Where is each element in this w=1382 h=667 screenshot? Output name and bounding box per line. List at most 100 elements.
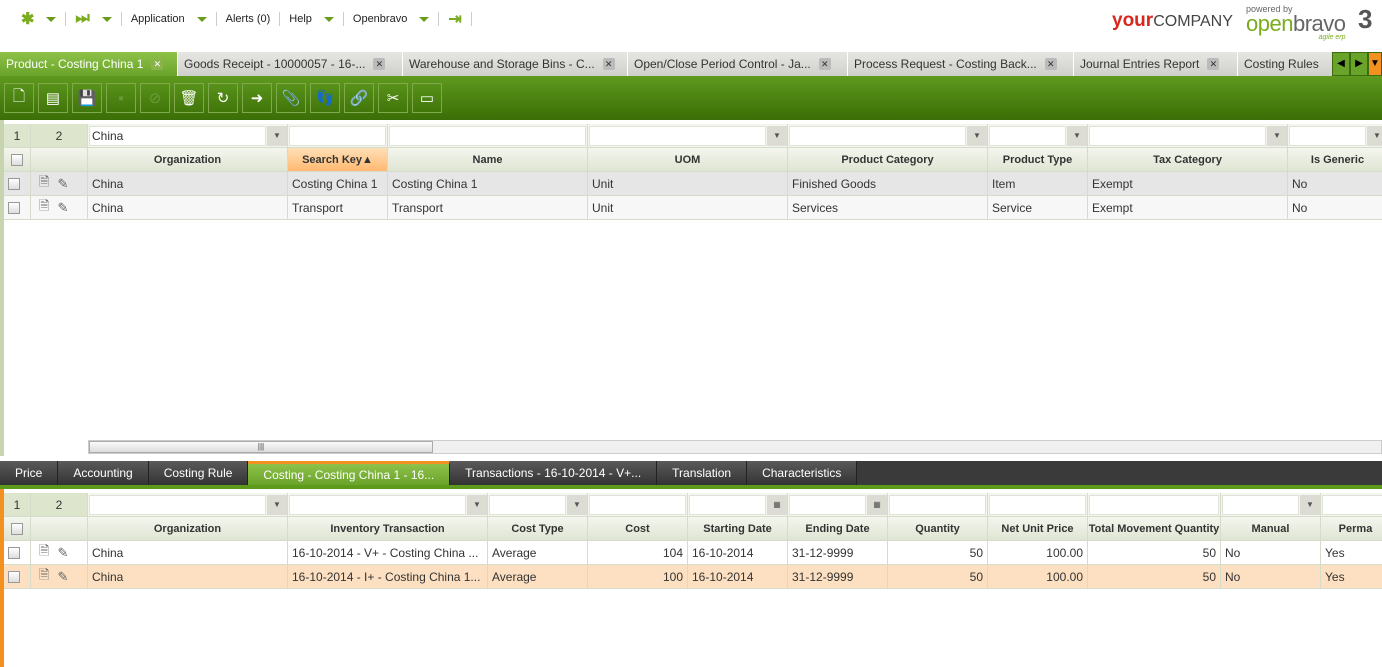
column-filter-input[interactable] xyxy=(789,494,866,515)
application-menu[interactable]: Application xyxy=(122,12,217,26)
edit-pencil-icon[interactable]: ✎ xyxy=(57,569,68,585)
help-menu[interactable]: Help xyxy=(280,12,344,26)
edit-pencil-icon[interactable]: ✎ xyxy=(57,545,68,561)
edit-pencil-icon[interactable]: ✎ xyxy=(57,200,68,216)
column-filter-input[interactable] xyxy=(1222,494,1299,515)
filter-dropdown-button[interactable]: ▼ xyxy=(1067,125,1087,146)
tab-scroll-right-button[interactable]: ▶ xyxy=(1350,52,1368,76)
save-close-button[interactable]: ▪ xyxy=(106,83,136,113)
column-header[interactable]: Manual xyxy=(1221,517,1321,540)
column-filter-input[interactable] xyxy=(1089,494,1219,515)
quick-launch-menu[interactable]: ✱ xyxy=(12,11,67,28)
row-checkbox[interactable] xyxy=(8,546,20,559)
close-icon[interactable]: ✕ xyxy=(818,58,831,70)
open-form-icon[interactable]: 🗎 xyxy=(39,542,49,564)
subtab[interactable]: Characteristics xyxy=(747,461,858,485)
column-header[interactable]: Name xyxy=(388,148,588,171)
attach-button[interactable]: 📎 xyxy=(276,83,306,113)
filter-dropdown-button[interactable]: ▼ xyxy=(967,125,987,146)
column-header[interactable]: Inventory Transaction xyxy=(288,517,488,540)
row-checkbox[interactable] xyxy=(8,177,20,190)
subtab[interactable]: Accounting xyxy=(58,461,149,485)
column-filter-input[interactable] xyxy=(1089,125,1266,146)
close-icon[interactable]: ✕ xyxy=(1044,58,1057,70)
tab-scroll-left-button[interactable]: ◀ xyxy=(1332,52,1350,76)
column-header[interactable]: Cost Type xyxy=(488,517,588,540)
close-icon[interactable]: ✕ xyxy=(602,58,615,70)
window-tab[interactable]: Goods Receipt - 10000057 - 16-... ✕ xyxy=(178,52,403,76)
open-form-icon[interactable]: 🗎 xyxy=(39,197,49,219)
column-filter-input[interactable]: China xyxy=(89,125,266,146)
filter-dropdown-button[interactable]: ▼ xyxy=(1300,494,1320,515)
column-filter-input[interactable] xyxy=(889,494,986,515)
toggle-view-button[interactable]: ▭ xyxy=(412,83,442,113)
column-header[interactable]: Total Movement Quantity xyxy=(1088,517,1221,540)
column-header[interactable]: Product Type xyxy=(988,148,1088,171)
column-header[interactable]: Perma xyxy=(1321,517,1382,540)
column-header[interactable]: Net Unit Price xyxy=(988,517,1088,540)
close-icon[interactable]: ✕ xyxy=(1207,58,1220,70)
filter-dropdown-button[interactable]: ▼ xyxy=(1367,125,1382,146)
close-icon[interactable]: ✕ xyxy=(151,58,164,70)
table-row[interactable]: 🗎 ✎ China 16-10-2014 - V+ - Costing China .… xyxy=(4,541,1382,565)
row-checkbox[interactable] xyxy=(8,570,20,583)
filter-dropdown-button[interactable]: ▼ xyxy=(1267,125,1287,146)
personalize-button[interactable]: ✂ xyxy=(378,83,408,113)
column-filter-input[interactable] xyxy=(389,125,586,146)
column-filter-input[interactable] xyxy=(789,125,966,146)
column-header[interactable]: Organization xyxy=(88,148,288,171)
subtab[interactable]: Price xyxy=(0,461,59,485)
new-document-button[interactable]: 🗋 xyxy=(4,83,34,113)
link-button[interactable]: 🔗 xyxy=(344,83,374,113)
tab-list-button[interactable]: ▼ xyxy=(1368,52,1382,76)
window-tab[interactable]: Process Request - Costing Back... ✕ xyxy=(848,52,1074,76)
delete-button[interactable]: 🗑 xyxy=(174,83,204,113)
window-tab[interactable]: Journal Entries Report ✕ xyxy=(1074,52,1238,76)
export-button[interactable]: ➜ xyxy=(242,83,272,113)
select-all-checkbox[interactable] xyxy=(11,153,23,166)
column-filter-input[interactable] xyxy=(1289,125,1366,146)
column-header[interactable]: Organization xyxy=(88,517,288,540)
column-header[interactable]: Search Key ▲ xyxy=(288,148,388,171)
user-menu[interactable]: Openbravo xyxy=(344,12,440,26)
calendar-icon[interactable]: ▦ xyxy=(767,494,787,515)
column-filter-input[interactable] xyxy=(489,494,566,515)
edit-pencil-icon[interactable]: ✎ xyxy=(57,176,68,192)
column-filter-input[interactable] xyxy=(989,125,1066,146)
scrollbar-thumb[interactable]: ||| xyxy=(89,441,433,453)
subtab[interactable]: Costing - Costing China 1 - 16... xyxy=(248,461,451,485)
column-filter-input[interactable] xyxy=(289,125,386,146)
row-checkbox[interactable] xyxy=(8,201,20,214)
subtab[interactable]: Costing Rule xyxy=(148,461,249,485)
filter-dropdown-button[interactable]: ▼ xyxy=(267,125,287,146)
logout-button[interactable]: ⇥ xyxy=(439,11,472,28)
subtab[interactable]: Translation xyxy=(657,461,748,485)
audit-trail-button[interactable]: 👣 xyxy=(310,83,340,113)
window-tab[interactable]: Product - Costing China 1 ✕ xyxy=(0,52,178,76)
column-header[interactable]: Tax Category xyxy=(1088,148,1288,171)
refresh-button[interactable]: ↻ xyxy=(208,83,238,113)
select-all-checkbox[interactable] xyxy=(11,522,23,535)
table-row[interactable]: 🗎 ✎ China 16-10-2014 - I+ - Costing China 1… xyxy=(4,565,1382,589)
alerts-link[interactable]: Alerts (0) xyxy=(217,12,281,26)
column-header[interactable]: Cost xyxy=(588,517,688,540)
column-header[interactable]: Is Generic xyxy=(1288,148,1382,171)
column-filter-input[interactable] xyxy=(1322,494,1382,515)
calendar-icon[interactable]: ▦ xyxy=(867,494,887,515)
column-header[interactable]: Starting Date xyxy=(688,517,788,540)
column-filter-input[interactable] xyxy=(589,494,686,515)
window-tab[interactable]: Warehouse and Storage Bins - C... ✕ xyxy=(403,52,628,76)
quick-create-menu[interactable]: ⏭ xyxy=(66,10,122,27)
column-filter-input[interactable] xyxy=(689,494,766,515)
filter-dropdown-button[interactable]: ▼ xyxy=(567,494,587,515)
column-filter-input[interactable] xyxy=(289,494,466,515)
save-button[interactable]: 💾 xyxy=(72,83,102,113)
filter-dropdown-button[interactable]: ▼ xyxy=(767,125,787,146)
table-row[interactable]: 🗎 ✎ China Costing China 1 Costing China 1 Uni… xyxy=(4,172,1382,196)
column-header[interactable]: Quantity xyxy=(888,517,988,540)
table-row[interactable]: 🗎 ✎ China Transport Transport Unit Services Ser… xyxy=(4,196,1382,220)
undo-button[interactable]: ⊘ xyxy=(140,83,170,113)
column-header[interactable]: Ending Date xyxy=(788,517,888,540)
close-icon[interactable]: ✕ xyxy=(373,58,386,70)
column-header[interactable]: UOM xyxy=(588,148,788,171)
